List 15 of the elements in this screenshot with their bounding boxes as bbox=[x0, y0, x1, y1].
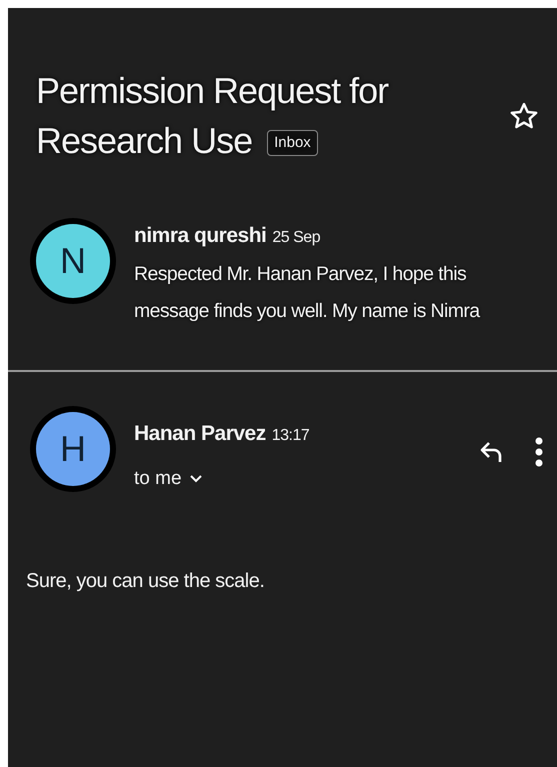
message-time: 25 Sep bbox=[272, 229, 320, 246]
sender-avatar[interactable]: N bbox=[36, 224, 110, 298]
sender-name: Hanan Parvez bbox=[134, 422, 266, 445]
sender-avatar[interactable]: H bbox=[36, 412, 110, 486]
inbox-label[interactable]: Inbox bbox=[267, 130, 318, 156]
message-snippet: Respected Mr. Hanan Parvez, I hope this message finds you well. My name is Nimra bbox=[134, 262, 482, 324]
more-options-icon[interactable] bbox=[535, 437, 543, 467]
email-subject: Permission Request for bbox=[36, 70, 388, 111]
star-icon[interactable] bbox=[509, 101, 539, 131]
email-subject: Research Use bbox=[36, 120, 252, 161]
sender-name: nimra qureshi bbox=[134, 224, 266, 247]
recipient-text[interactable]: to me bbox=[134, 468, 182, 490]
chevron-down-icon[interactable] bbox=[190, 475, 202, 483]
message-time: 13:17 bbox=[272, 427, 310, 444]
message-body: Sure, you can use the scale. bbox=[25, 569, 266, 593]
